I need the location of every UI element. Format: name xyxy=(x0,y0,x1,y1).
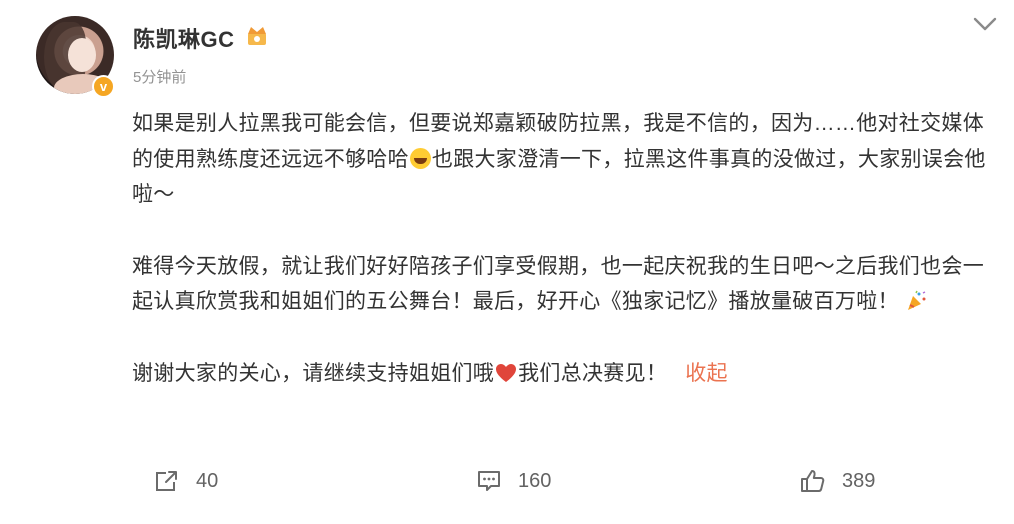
comment-icon xyxy=(478,471,500,491)
party-popper-icon xyxy=(907,290,926,310)
repost-button[interactable]: 40 xyxy=(154,467,218,495)
comment-count: 160 xyxy=(518,469,552,492)
repost-icon xyxy=(156,471,177,491)
heart-icon xyxy=(496,363,517,382)
repost-count: 40 xyxy=(196,469,219,492)
chevron-down-icon[interactable] xyxy=(973,16,997,32)
verified-badge-icon: v xyxy=(92,75,115,98)
crown-icon xyxy=(248,27,266,45)
laughing-emoji-icon xyxy=(409,147,431,169)
paragraph-1: 如果是别人拉黑我可能会信，但要说郑嘉颖破防拉黑，我是不信的，因为……他对社交媒体… xyxy=(132,112,986,206)
comment-button[interactable]: 160 xyxy=(476,467,551,495)
paragraph-2: 难得今天放假，就让我们好好陪孩子们享受假期，也一起庆祝我的生日吧～之后我们也会一… xyxy=(132,254,984,314)
collapse-link[interactable]: 收起 xyxy=(685,362,728,385)
like-button[interactable]: 389 xyxy=(800,467,875,495)
paragraph-3: 谢谢大家的关心，请继续支持姐姐们哦 我们总决赛见！ 收起 xyxy=(132,361,728,385)
like-icon xyxy=(801,470,825,492)
post-content: 如果是别人拉黑我可能会信，但要说郑嘉颖破防拉黑，我是不信的，因为……他对社交媒体… xyxy=(132,106,994,391)
like-count: 389 xyxy=(842,469,876,492)
post-time: 5分钟前 xyxy=(133,69,187,86)
author-name[interactable]: 陈凯琳GC xyxy=(133,22,235,54)
